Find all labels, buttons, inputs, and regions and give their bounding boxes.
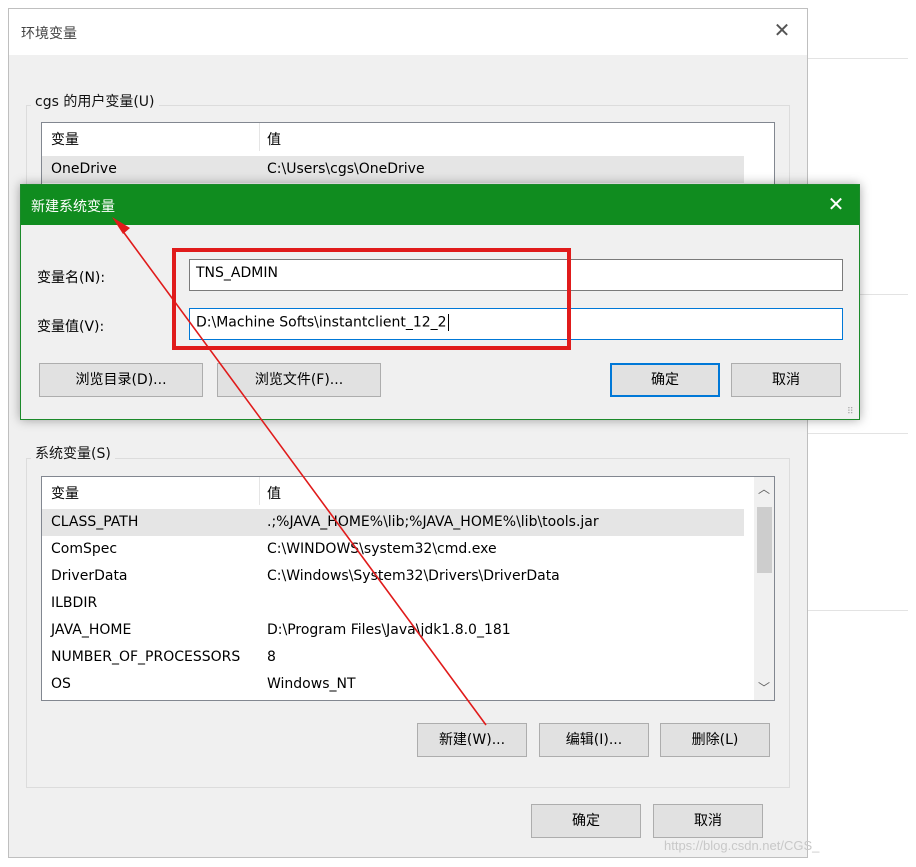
var-name: ILBDIR xyxy=(51,595,98,611)
browse-file-button[interactable]: 浏览文件(F)... xyxy=(217,363,381,397)
scroll-up-icon[interactable]: ︿ xyxy=(754,479,774,499)
browse-directory-button[interactable]: 浏览目录(D)... xyxy=(39,363,203,397)
edit-button[interactable]: 编辑(I)... xyxy=(539,723,649,757)
var-value: D:\Program Files\Java\jdk1.8.0_181 xyxy=(267,622,511,638)
new-system-variable-dialog: 新建系统变量 ✕ 变量名(N): TNS_ADMIN 变量值(V): D:\Ma… xyxy=(20,184,860,420)
dialog-titlebar: 新建系统变量 ✕ xyxy=(21,185,859,225)
scroll-down-icon[interactable]: ﹀ xyxy=(754,678,774,698)
variable-name-input[interactable]: TNS_ADMIN xyxy=(189,259,843,291)
table-row[interactable]: NUMBER_OF_PROCESSORS 8 xyxy=(42,644,744,671)
user-vars-group-label: cgs 的用户变量(U) xyxy=(31,91,159,111)
var-name: DriverData xyxy=(51,568,128,584)
table-row[interactable]: CLASS_PATH .;%JAVA_HOME%\lib;%JAVA_HOME%… xyxy=(42,509,744,536)
variable-value-value: D:\Machine Softs\instantclient_12_2 xyxy=(196,314,447,331)
resize-grip-icon[interactable]: ⠿ xyxy=(847,407,857,417)
column-divider[interactable] xyxy=(259,477,260,505)
table-row[interactable]: ILBDIR xyxy=(42,590,744,617)
window-close-icon[interactable]: ✕ xyxy=(771,19,793,41)
dialog-ok-button[interactable]: 确定 xyxy=(610,363,720,397)
var-name: CLASS_PATH xyxy=(51,514,139,530)
window-title: 环境变量 xyxy=(21,26,77,42)
var-name: ComSpec xyxy=(51,541,118,557)
background-line xyxy=(808,58,908,59)
var-value: C:\Windows\System32\Drivers\DriverData xyxy=(267,568,560,584)
background-line xyxy=(808,433,908,434)
variable-name-label: 变量名(N): xyxy=(37,270,106,286)
user-vars-list-header: 变量 值 xyxy=(42,123,774,151)
variable-value-label: 变量值(V): xyxy=(37,319,105,335)
table-row[interactable]: DriverData C:\Windows\System32\Drivers\D… xyxy=(42,563,744,590)
new-button[interactable]: 新建(W)... xyxy=(417,723,527,757)
watermark: https://blog.csdn.net/CGS_ xyxy=(664,838,820,853)
var-name: OS xyxy=(51,676,71,692)
system-vars-group-label: 系统变量(S) xyxy=(31,443,115,463)
var-value: C:\WINDOWS\system32\cmd.exe xyxy=(267,541,497,557)
column-divider[interactable] xyxy=(259,123,260,151)
var-name: JAVA_HOME xyxy=(51,622,132,638)
column-header-name[interactable]: 变量 xyxy=(51,483,79,503)
variable-value-input[interactable]: D:\Machine Softs\instantclient_12_2 xyxy=(189,308,843,340)
scroll-thumb[interactable] xyxy=(757,507,772,573)
var-value: 8 xyxy=(267,649,276,665)
table-row[interactable]: ComSpec C:\WINDOWS\system32\cmd.exe xyxy=(42,536,744,563)
var-name: NUMBER_OF_PROCESSORS xyxy=(51,649,241,665)
variable-name-value: TNS_ADMIN xyxy=(196,265,278,281)
dialog-title: 新建系统变量 xyxy=(31,199,115,215)
system-vars-list-header: 变量 值 xyxy=(42,477,774,505)
var-value: Windows_NT xyxy=(267,676,356,692)
env-vars-window: 环境变量 ✕ cgs 的用户变量(U) 变量 值 OneDrive C:\Use… xyxy=(8,8,808,858)
column-header-name[interactable]: 变量 xyxy=(51,129,79,149)
system-vars-list[interactable]: 变量 值 CLASS_PATH .;%JAVA_HOME%\lib;%JAVA_… xyxy=(41,476,775,701)
var-name: OneDrive xyxy=(51,161,117,177)
column-header-value[interactable]: 值 xyxy=(267,129,281,149)
window-titlebar: 环境变量 ✕ xyxy=(9,9,807,55)
var-value: .;%JAVA_HOME%\lib;%JAVA_HOME%\lib\tools.… xyxy=(267,514,599,530)
var-value: C:\Users\cgs\OneDrive xyxy=(267,161,425,177)
cancel-button[interactable]: 取消 xyxy=(653,804,763,838)
column-header-value[interactable]: 值 xyxy=(267,483,281,503)
ok-button[interactable]: 确定 xyxy=(531,804,641,838)
table-row[interactable]: OS Windows_NT xyxy=(42,671,744,698)
table-row[interactable]: OneDrive C:\Users\cgs\OneDrive xyxy=(42,156,744,183)
delete-button[interactable]: 删除(L) xyxy=(660,723,770,757)
dialog-close-icon[interactable]: ✕ xyxy=(823,191,849,217)
vertical-scrollbar[interactable]: ︿ ﹀ xyxy=(754,477,774,700)
text-caret xyxy=(447,314,449,331)
dialog-cancel-button[interactable]: 取消 xyxy=(731,363,841,397)
table-row[interactable]: JAVA_HOME D:\Program Files\Java\jdk1.8.0… xyxy=(42,617,744,644)
background-line xyxy=(808,610,908,611)
